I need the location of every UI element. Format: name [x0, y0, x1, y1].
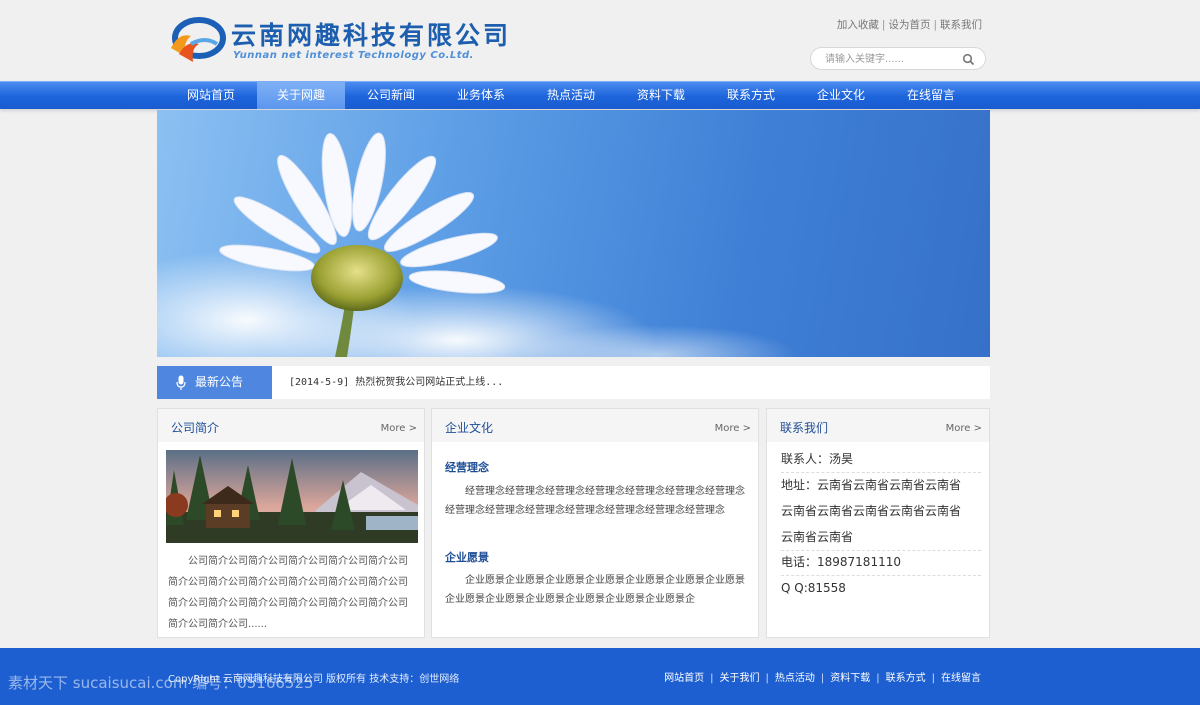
panel-header: 联系我们 More >: [767, 409, 989, 442]
more-link[interactable]: More >: [715, 423, 751, 434]
footer-link-guestbook[interactable]: 在线留言: [941, 673, 981, 684]
site-footer: CopyRight 云南网趣科技有限公司 版权所有 技术支持：创世网络 网站首页…: [0, 648, 1200, 705]
divider: |: [710, 673, 714, 684]
announcement-bar: 最新公告 [2014-5-9] 热烈祝贺我公司网站正式上线...: [157, 366, 990, 399]
footer-links: 网站首页 | 关于我们 | 热点活动 | 资料下载 | 联系方式 | 在线留言: [664, 669, 981, 684]
divider: |: [820, 673, 825, 684]
contact-qq: Q Q:81558: [781, 581, 846, 595]
nav-business[interactable]: 业务体系: [437, 82, 525, 109]
contact-address-line-2: 云南省云南省云南省云南省云南省: [781, 504, 962, 518]
contact-address-line-3: 云南省云南省: [781, 524, 981, 551]
panel-header: 公司简介 More >: [158, 409, 424, 442]
business-philosophy-text: 经营理念经营理念经营理念经营理念经营理念经营理念经营理念经营理念经营理念经营理念…: [445, 486, 745, 516]
more-link[interactable]: More >: [381, 423, 417, 434]
nav-hot-events[interactable]: 热点活动: [527, 82, 615, 109]
company-logo[interactable]: 云南网趣科技有限公司 Yunnan net interest Technolog…: [165, 14, 545, 66]
cabin-landscape-image[interactable]: [166, 450, 418, 543]
main-nav: 网站首页 关于网趣 公司新闻 业务体系 热点活动 资料下载 联系方式 企业文化 …: [0, 81, 1200, 109]
nav-culture[interactable]: 企业文化: [797, 82, 885, 109]
footer-link-home[interactable]: 网站首页: [664, 673, 704, 684]
nav-guestbook[interactable]: 在线留言: [887, 82, 975, 109]
add-favorite-link[interactable]: 加入收藏: [837, 19, 879, 31]
contact-person: 联系人：汤昊: [781, 446, 981, 473]
contact-us-link[interactable]: 联系我们: [940, 19, 982, 31]
contact-address-line-1: 地址：云南省云南省云南省云南省: [781, 478, 962, 492]
nav-contact[interactable]: 联系方式: [707, 82, 795, 109]
nav-news[interactable]: 公司新闻: [347, 82, 435, 109]
corporate-culture-panel: 企业文化 More > 经营理念 经营理念经营理念经营理念经营理念经营理念经营理…: [431, 408, 759, 638]
corporate-vision-text: 企业愿景企业愿景企业愿景企业愿景企业愿景企业愿景企业愿景企业愿景企业愿景企业愿景…: [445, 575, 745, 605]
panel-header: 企业文化 More >: [432, 409, 758, 442]
logo-swirl-icon: [171, 17, 226, 62]
nav-about[interactable]: 关于网趣: [257, 82, 345, 109]
divider: |: [765, 673, 769, 684]
cabin-landscape-illustration: [166, 450, 418, 543]
nav-downloads[interactable]: 资料下载: [617, 82, 705, 109]
footer-link-contact[interactable]: 联系方式: [886, 673, 926, 684]
search-input[interactable]: [825, 51, 965, 67]
contact-phone: 电话：18987181110: [781, 549, 981, 576]
panel-title: 公司简介: [171, 421, 220, 435]
announcement-label: 最新公告: [195, 375, 244, 389]
company-intro-panel: 公司简介 More > 公司简介公司简介公司简介公司简介公司简介公司简介公司简介…: [157, 408, 425, 638]
nav-home[interactable]: 网站首页: [167, 82, 255, 109]
search-icon[interactable]: [962, 53, 975, 66]
footer-link-hot-events[interactable]: 热点活动: [775, 673, 815, 684]
divider: |: [876, 673, 880, 684]
divider: |: [933, 19, 937, 31]
top-links: 加入收藏 | 设为首页 | 联系我们: [837, 17, 982, 32]
announcement-label-tab: 最新公告: [157, 366, 272, 399]
hero-banner[interactable]: [157, 110, 990, 357]
footer-link-downloads[interactable]: 资料下载: [830, 673, 870, 684]
panel-title: 企业文化: [445, 421, 494, 435]
set-homepage-link[interactable]: 设为首页: [888, 19, 930, 31]
announcement-text[interactable]: [2014-5-9] 热烈祝贺我公司网站正式上线...: [289, 366, 503, 399]
footer-link-about[interactable]: 关于我们: [720, 673, 760, 684]
more-link[interactable]: More >: [946, 423, 982, 434]
company-intro-text: 公司简介公司简介公司简介公司简介公司简介公司简介公司简介公司简介公司简介公司简介…: [168, 556, 408, 630]
business-philosophy-heading: 经营理念: [445, 461, 489, 474]
panel-title: 联系我们: [780, 421, 829, 435]
contact-us-panel: 联系我们 More > 联系人：汤昊 地址：云南省云南省云南省云南省 云南省云南…: [766, 408, 990, 638]
daisy-flower-image: [157, 132, 797, 357]
corporate-vision-heading: 企业愿景: [445, 551, 489, 564]
search-box: [810, 47, 986, 70]
stock-site-watermark: 素材天下 sucaisucai.com 编号：05166525: [8, 674, 314, 692]
logo-title: 云南网趣科技有限公司: [231, 21, 512, 50]
logo-subtitle: Yunnan net interest Technology Co.Ltd.: [233, 50, 474, 61]
microphone-icon: [176, 375, 186, 390]
divider: |: [881, 19, 886, 31]
divider: |: [931, 673, 935, 684]
site-header: 云南网趣科技有限公司 Yunnan net interest Technolog…: [0, 0, 1200, 80]
